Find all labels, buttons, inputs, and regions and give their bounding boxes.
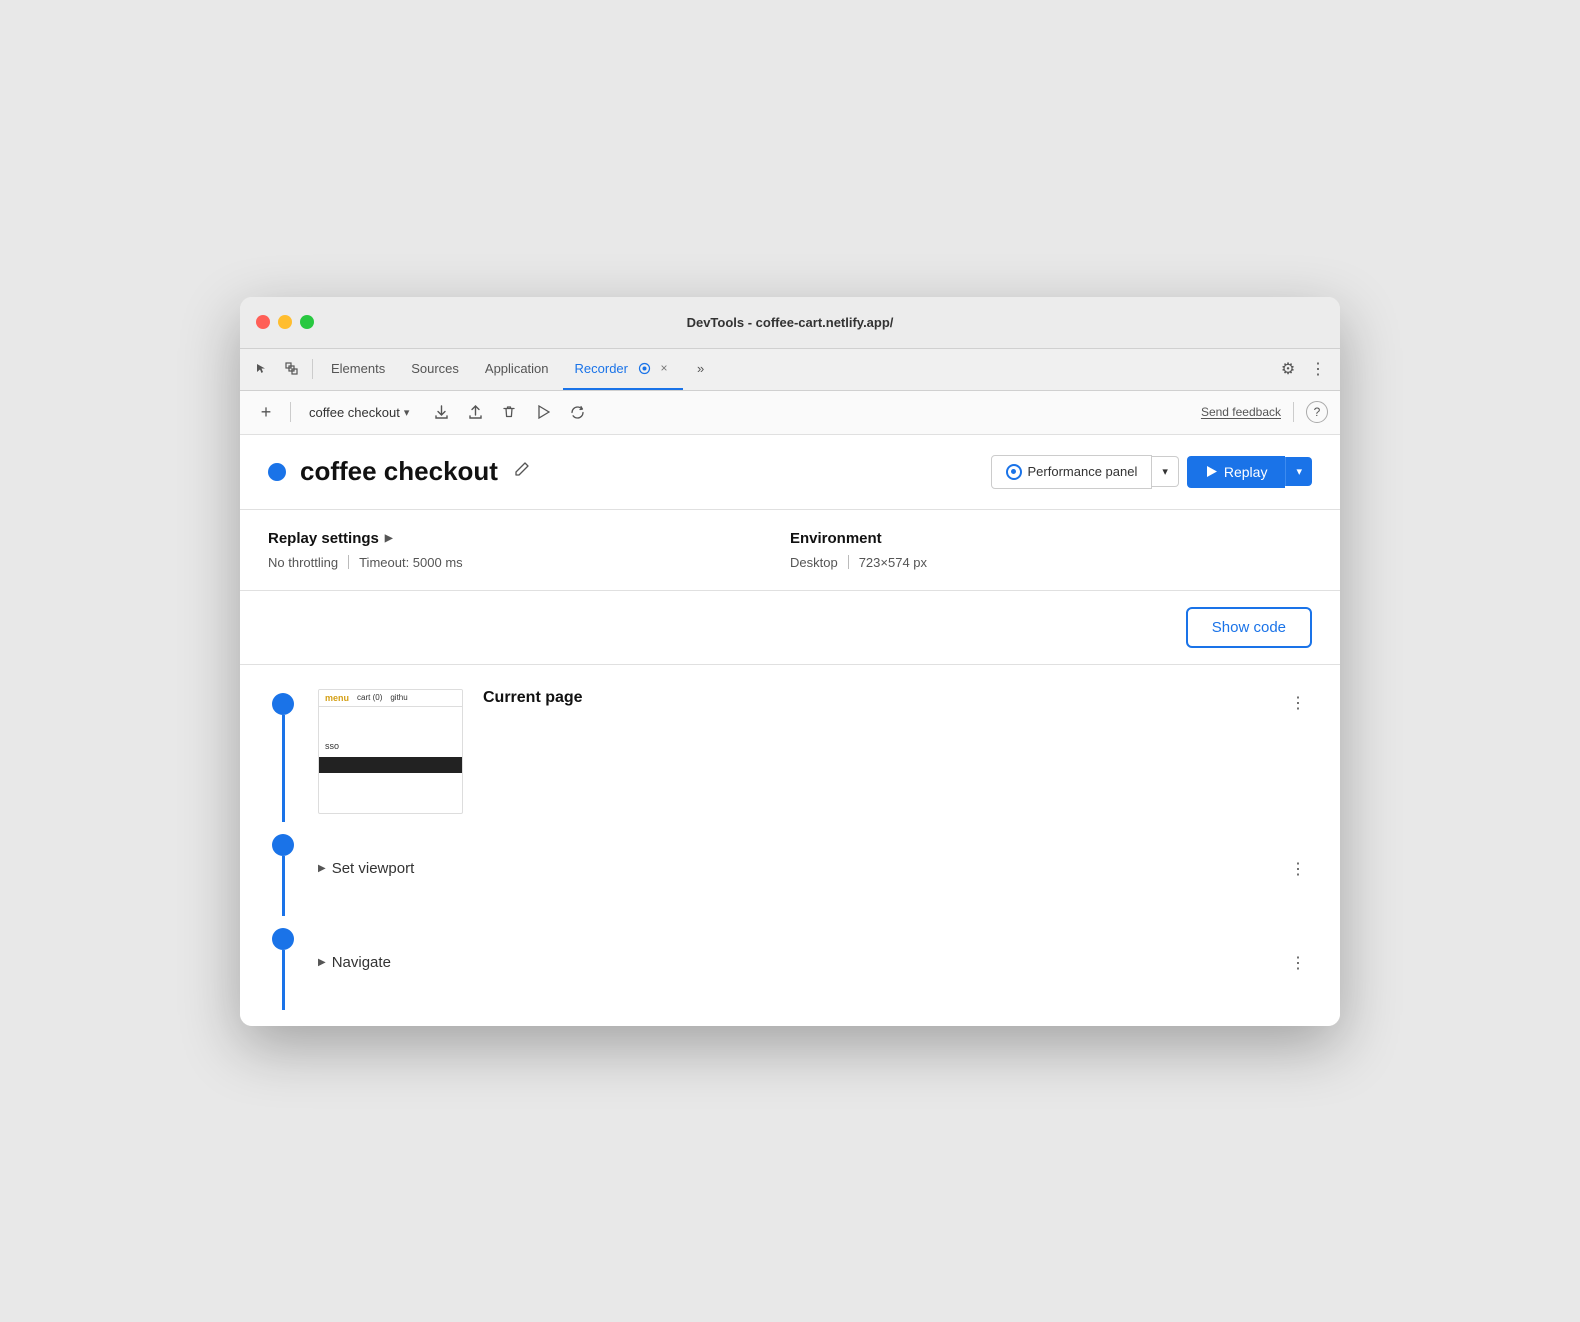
performance-panel-button[interactable]: Performance panel (991, 455, 1153, 489)
recording-status-dot (268, 463, 286, 481)
show-code-button[interactable]: Show code (1186, 607, 1312, 648)
thumb-white-area (319, 707, 462, 737)
replay-btn-group: Replay ▾ (1187, 456, 1312, 488)
step-row-navigate: ▶ Navigate ⋮ (268, 916, 1312, 1010)
step-3-content: ▶ Navigate ⋮ (318, 916, 1312, 1010)
replay-button[interactable]: Replay (1187, 456, 1286, 488)
settings-right: Environment Desktop 723×574 px (790, 530, 1312, 570)
edit-title-button[interactable] (510, 457, 534, 486)
title-bar: DevTools - coffee-cart.netlify.app/ (240, 297, 1340, 349)
toolbar-actions (427, 398, 591, 426)
recording-chevron-icon: ▾ (404, 406, 410, 419)
cursor-icon[interactable] (248, 355, 276, 383)
devtools-window: DevTools - coffee-cart.netlify.app/ Elem… (240, 297, 1340, 1026)
settings-meta-sep (348, 555, 349, 569)
import-button[interactable] (461, 398, 489, 426)
step-2-label: ▶ Set viewport (318, 860, 1284, 877)
timeline-line-1 (282, 715, 285, 822)
step-dot-2 (272, 834, 294, 856)
recording-selector[interactable]: coffee checkout ▾ (301, 401, 417, 424)
perf-panel-group: Performance panel ▾ (991, 455, 1179, 489)
more-options-icon[interactable]: ⋮ (1304, 355, 1332, 383)
add-recording-button[interactable]: + (252, 398, 280, 426)
export-button[interactable] (427, 398, 455, 426)
delete-button[interactable] (495, 398, 523, 426)
recorder-toolbar: + coffee checkout ▾ (240, 391, 1340, 435)
timeline-line-2 (282, 856, 285, 916)
toolbar-sep-1 (290, 402, 291, 422)
step-dot-3 (272, 928, 294, 950)
window-title: DevTools - coffee-cart.netlify.app/ (687, 315, 894, 330)
recording-header: coffee checkout Performance panel ▾ (240, 435, 1340, 510)
toolbar-right: Send feedback ? (1201, 401, 1328, 423)
replay-dropdown-button[interactable]: ▾ (1285, 457, 1312, 486)
recording-title: coffee checkout (300, 456, 498, 487)
environment-heading: Environment (790, 530, 1312, 547)
step-row-current-page: menu cart (0) githu sso Current page ⋮ (268, 681, 1312, 822)
recorder-tab-close[interactable]: × (657, 361, 671, 375)
close-button[interactable] (256, 315, 270, 329)
step-3-expand-icon: ▶ (318, 957, 326, 968)
perf-panel-dropdown-button[interactable]: ▾ (1152, 456, 1179, 487)
help-button[interactable]: ? (1306, 401, 1328, 423)
replay-settings-section: Replay settings ▶ No throttling Timeout:… (240, 510, 1340, 591)
step-3-more-button[interactable]: ⋮ (1284, 949, 1312, 977)
tab-application[interactable]: Application (473, 348, 561, 390)
environment-meta: Desktop 723×574 px (790, 555, 1312, 570)
toolbar-sep-2 (1293, 402, 1294, 422)
loop-button[interactable] (563, 398, 591, 426)
thumb-nav-menu: menu (325, 693, 349, 703)
devtools-tabs-bar: Elements Sources Application Recorder × … (240, 349, 1340, 391)
layers-icon[interactable] (278, 355, 306, 383)
thumb-nav-github: githu (390, 693, 407, 702)
settings-chevron-icon: ▶ (385, 533, 393, 544)
thumb-nav: menu cart (0) githu (319, 690, 462, 707)
show-code-section: Show code (240, 591, 1340, 665)
timeline-col-3 (268, 916, 298, 1010)
step-2-expand-icon: ▶ (318, 863, 326, 874)
settings-icon[interactable]: ⚙ (1274, 355, 1302, 383)
perf-chevron-icon: ▾ (1162, 466, 1168, 478)
env-meta-sep (848, 555, 849, 569)
minimize-button[interactable] (278, 315, 292, 329)
settings-meta: No throttling Timeout: 5000 ms (268, 555, 790, 570)
thumb-nav-cart: cart (0) (357, 693, 382, 702)
step-1-more-button[interactable]: ⋮ (1284, 689, 1312, 717)
tabs-separator (312, 359, 313, 379)
step-2-more-button[interactable]: ⋮ (1284, 855, 1312, 883)
tab-more[interactable]: » (685, 348, 716, 390)
recorder-content: coffee checkout Performance panel ▾ (240, 435, 1340, 1026)
timeline-col-2 (268, 822, 298, 916)
step-2-content: ▶ Set viewport ⋮ (318, 822, 1312, 916)
tab-sources[interactable]: Sources (399, 348, 471, 390)
step-3-label: ▶ Navigate (318, 954, 1284, 971)
step-1-details: Current page (483, 689, 1284, 707)
step-dot-1 (272, 693, 294, 715)
maximize-button[interactable] (300, 315, 314, 329)
step-row-set-viewport: ▶ Set viewport ⋮ (268, 822, 1312, 916)
traffic-lights (256, 315, 314, 329)
step-thumbnail-1: menu cart (0) githu sso (318, 689, 463, 814)
header-right-actions: Performance panel ▾ Replay ▾ (991, 455, 1313, 489)
timeline-col-1 (268, 681, 298, 822)
steps-timeline: menu cart (0) githu sso Current page ⋮ (240, 665, 1340, 1026)
timeline-line-3 (282, 950, 285, 1010)
tab-recorder[interactable]: Recorder × (563, 348, 683, 390)
replay-chevron-icon: ▾ (1296, 466, 1302, 478)
play-button[interactable] (529, 398, 557, 426)
tab-elements[interactable]: Elements (319, 348, 397, 390)
send-feedback-button[interactable]: Send feedback (1201, 405, 1281, 419)
thumb-black-bar-1 (319, 757, 462, 773)
thumb-sso-text: sso (319, 737, 462, 755)
settings-left: Replay settings ▶ No throttling Timeout:… (268, 530, 790, 570)
step-1-label: Current page (483, 689, 583, 707)
replay-settings-heading[interactable]: Replay settings ▶ (268, 530, 790, 547)
thumb-bottom-white (319, 775, 462, 805)
